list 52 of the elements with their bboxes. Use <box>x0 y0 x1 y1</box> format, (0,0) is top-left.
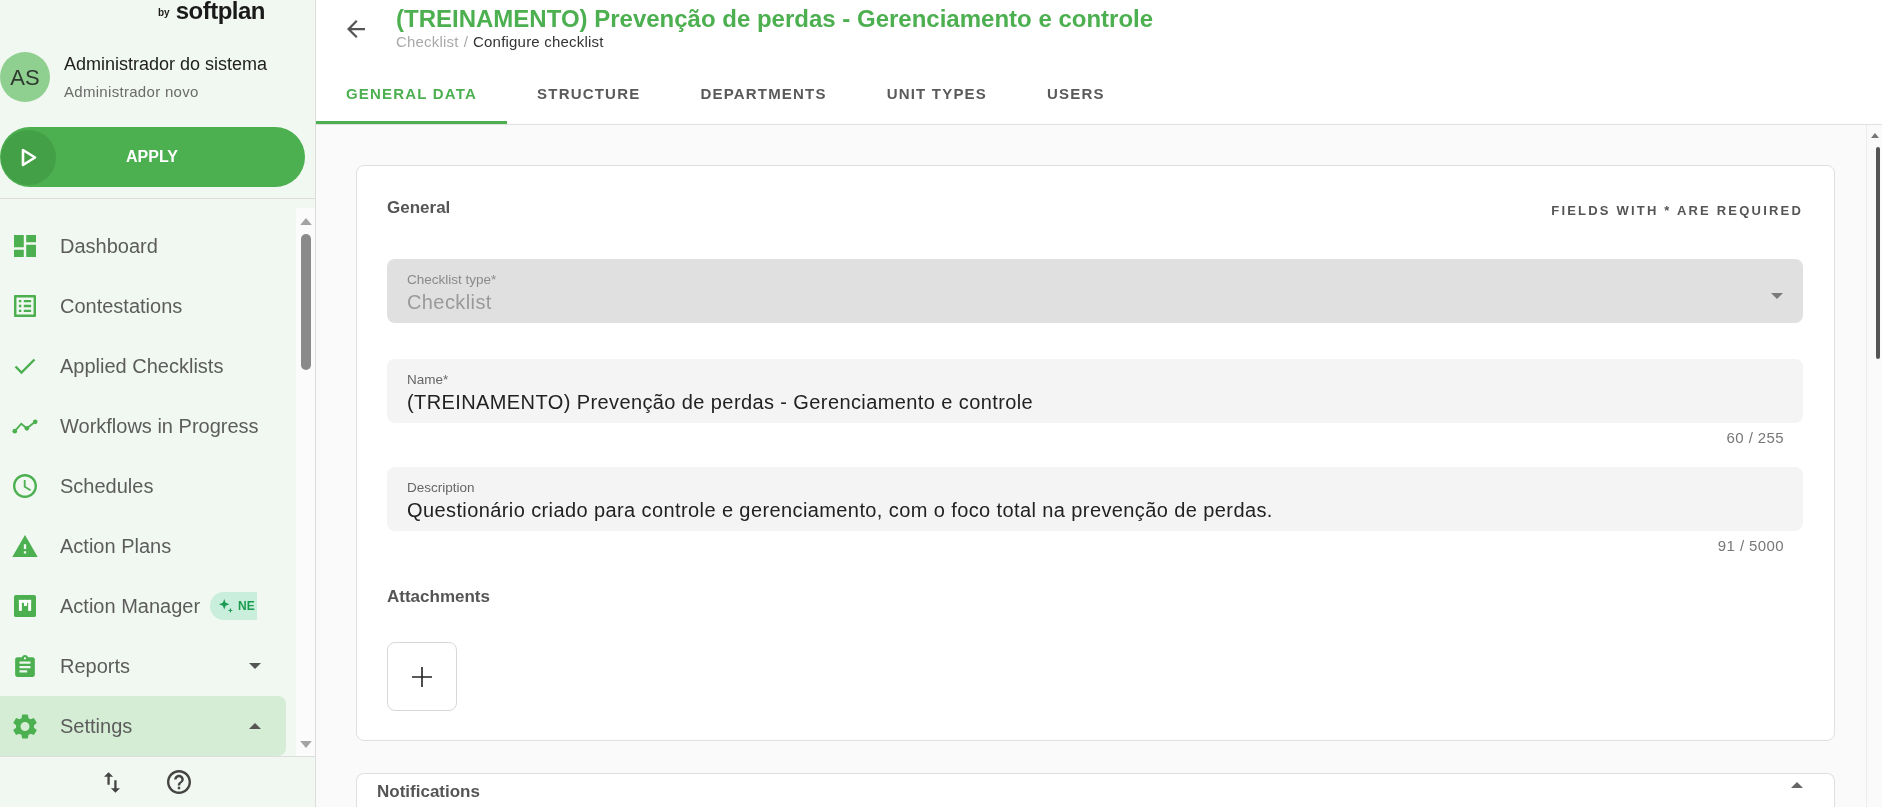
warning-icon <box>12 535 38 557</box>
dropdown-caret-icon <box>1771 293 1783 299</box>
back-arrow-icon <box>347 20 365 38</box>
play-icon <box>1 129 56 185</box>
clock-icon <box>13 474 37 498</box>
sparkle-icon <box>219 599 234 613</box>
required-fields-note: FIELDS WITH * ARE REQUIRED <box>1551 202 1803 220</box>
tab[interactable]: DEPARTMENTS <box>670 64 857 124</box>
scroll-up-arrow-icon[interactable] <box>1871 133 1879 138</box>
character-counter: 91 / 5000 <box>1716 537 1785 555</box>
sidebar-item[interactable]: Dashboard <box>0 216 286 276</box>
help-icon[interactable] <box>167 770 191 794</box>
sidebar-item[interactable]: Reports <box>0 636 286 696</box>
tab[interactable]: USERS <box>1017 64 1135 124</box>
textarea-field[interactable]: Description Questionário criado para controle e gerenciamento, com o foco total na prevenção de perdas. <box>387 467 1803 531</box>
tab[interactable]: UNIT TYPES <box>856 64 1017 124</box>
clipboard-icon <box>15 654 35 678</box>
breadcrumb-separator: / <box>463 33 469 50</box>
sidebar-item[interactable]: Settings <box>0 696 286 756</box>
input-field[interactable]: Name* (TREINAMENTO) Prevenção de perdas - Gerenciamento e controle <box>387 359 1803 423</box>
kanban-icon <box>14 595 36 617</box>
sidebar-item[interactable]: Applied Checklists <box>0 336 286 396</box>
sidebar-item[interactable]: Contestations <box>0 276 286 336</box>
breadcrumb-current: Configure checklist <box>473 33 604 50</box>
scroll-down-arrow-icon[interactable] <box>299 741 312 748</box>
sidebar-item[interactable]: Workflows in Progress <box>0 396 286 456</box>
scrollbar-thumb[interactable] <box>300 234 311 370</box>
line-chart-icon <box>12 418 38 434</box>
sidebar-item[interactable]: Action Plans <box>0 516 286 576</box>
user-role: Administrador novo <box>64 83 199 101</box>
section-title: Notifications <box>377 782 480 802</box>
sidebar-item[interactable]: Schedules <box>0 456 286 516</box>
section-title: Attachments <box>387 587 491 607</box>
section-title: General <box>387 198 451 218</box>
character-counter: 60 / 255 <box>1725 429 1785 447</box>
scroll-up-arrow-icon[interactable] <box>299 218 312 225</box>
user-name: Administrador do sistema <box>64 53 268 75</box>
sidebar-item[interactable]: Action Manager NE <box>0 576 286 636</box>
swap-arrows-icon[interactable] <box>104 771 120 793</box>
page-title: (TREINAMENTO) Prevenção de perdas - Gerenciamento e controle <box>396 4 1154 33</box>
list-icon <box>14 295 36 317</box>
dashboard-icon <box>14 235 36 257</box>
caret-up-icon <box>1791 782 1803 788</box>
gear-icon <box>13 713 37 739</box>
plus-icon <box>412 666 432 687</box>
badge-text: NE <box>238 598 255 615</box>
tab[interactable]: STRUCTURE <box>507 64 671 124</box>
scrollbar-thumb[interactable] <box>1876 147 1880 359</box>
checkmark-icon <box>14 357 36 375</box>
logo-prefix: by <box>158 7 170 19</box>
avatar: AS <box>0 52 50 102</box>
logo-wordmark: softplan <box>175 0 265 22</box>
